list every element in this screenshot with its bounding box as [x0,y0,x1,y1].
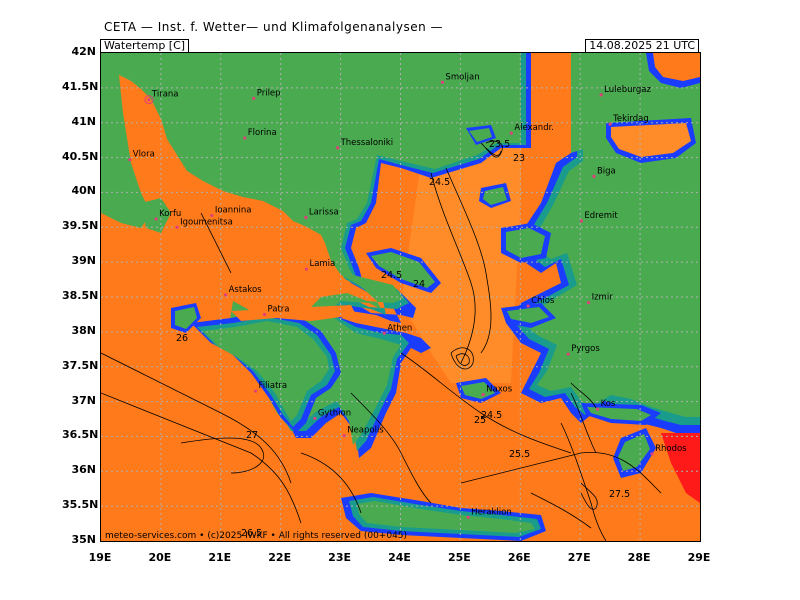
city-label: Gythion [318,408,351,418]
city-marker [592,174,596,178]
city-label: Ioannina [215,205,252,215]
city-marker [336,146,340,150]
city-marker [252,96,256,100]
city-label: Vlora [133,150,155,160]
city-label: Izmir [592,293,614,303]
city-marker [509,131,513,135]
lat-tick-label: 41N [71,114,96,128]
lon-tick-label: 28E [627,551,651,564]
city-label: Naxos [486,385,513,395]
map-panel: Tirana Prilep Smoljan Luleburgaz Tekirdag Flo… [100,52,701,542]
lat-tick-label: 42N [71,45,96,58]
lon-tick-label: 27E [567,551,591,564]
city-marker [650,452,654,456]
datetime-label: 14.08.2025 21 UTC [585,39,699,53]
city-label: Luleburgaz [604,85,651,95]
lat-tick-label: 35N [71,533,96,546]
contour-label: 24.5 [429,177,450,188]
city-label: Florina [248,128,277,138]
lat-tick-label: 37N [71,393,96,407]
city-marker [586,300,591,305]
city-label: Rhodos [655,444,687,454]
lon-tick-label: 19E [88,551,112,564]
contour-label: 25.5 [509,449,530,460]
lat-tick-label: 39N [71,254,96,268]
city-marker [440,80,445,84]
lon-tick-label: 23E [328,551,351,564]
lon-tick-label: 21E [208,551,232,564]
city-marker [304,215,308,220]
city-label: Igoumenitsa [180,217,233,227]
city-marker [579,219,583,223]
lat-tick-label: 36.5N [62,428,99,442]
city-label: Tirana [151,90,179,100]
city-label: Heraklion [471,507,512,517]
city-marker [595,407,600,411]
map-svg: Tirana Prilep Smoljan Luleburgaz Tekirdag Flo… [101,53,700,541]
lat-tick-label: 39.5N [62,219,99,233]
parameter-label: Watertemp [C] [100,39,190,53]
city-marker [262,312,267,317]
city-label: Neapolis [347,426,384,436]
city-label: Astakos [229,285,263,295]
city-marker [481,393,485,397]
city-label: Biga [597,166,616,176]
city-label: Edremit [584,211,618,221]
lat-tick-label: 35.5N [62,498,99,512]
contour-label: 27.5 [609,489,630,500]
lon-tick-label: 24E [388,551,411,564]
city-label: Kos [601,399,616,409]
city-marker [342,434,346,438]
lat-tick-label: 40N [71,184,96,198]
city-marker [304,267,309,271]
city-marker [608,122,612,126]
copyright-text: meteo-services.com • (c)2025 IWKF • All … [105,531,407,541]
lon-tick-label: 20E [148,551,172,564]
lat-tick-label: 36N [71,463,96,477]
lat-tick-label: 40.5N [62,149,99,163]
city-label: Pyrgos [571,344,600,354]
lon-tick-label: 29E [687,551,711,564]
city-label: Korfu [159,209,181,219]
lat-tick-label: 37.5N [62,358,99,372]
city-label: Larissa [309,208,339,218]
city-marker [382,331,386,335]
lon-tick-label: 25E [447,551,471,564]
city-marker [128,158,132,162]
city-label: Athen [387,323,412,333]
city-label: Tekirdag [612,114,649,124]
city-marker [526,304,530,308]
lon-tick-label: 26E [507,551,531,564]
city-label: Thessaloniki [340,138,393,148]
city-marker [147,98,151,102]
city-marker [253,389,258,393]
contour-label: 26 [176,333,188,344]
contour-label: 27 [246,430,258,441]
city-label: Filiatra [259,381,288,391]
contour-label: 24.5 [381,270,402,281]
contour-label: 23.5 [489,139,510,150]
contour-label: 23 [513,153,525,164]
lat-tick-label: 41.5N [62,79,99,93]
city-marker [175,225,179,229]
city-marker [154,217,158,221]
city-marker [466,515,470,519]
city-label: Patra [268,304,290,314]
city-label: Chios [531,296,555,306]
city-label: Smoljan [445,72,479,82]
lat-tick-label: 38N [71,323,96,337]
city-marker [313,416,317,420]
city-label: Prilep [257,88,281,98]
city-label: Lamia [309,259,335,269]
lon-tick-label: 22E [268,551,292,564]
city-marker [243,136,247,140]
city-marker [223,293,228,297]
city-marker [566,352,570,356]
city-marker [599,93,603,97]
map-title: CETA — Inst. f. Wetter— und Klimafolgena… [104,20,444,34]
contour-label: 24.5 [481,410,502,421]
lat-tick-label: 38.5N [62,289,99,302]
contour-label: 24 [413,279,425,290]
city-label: Alexandr. [514,123,554,133]
